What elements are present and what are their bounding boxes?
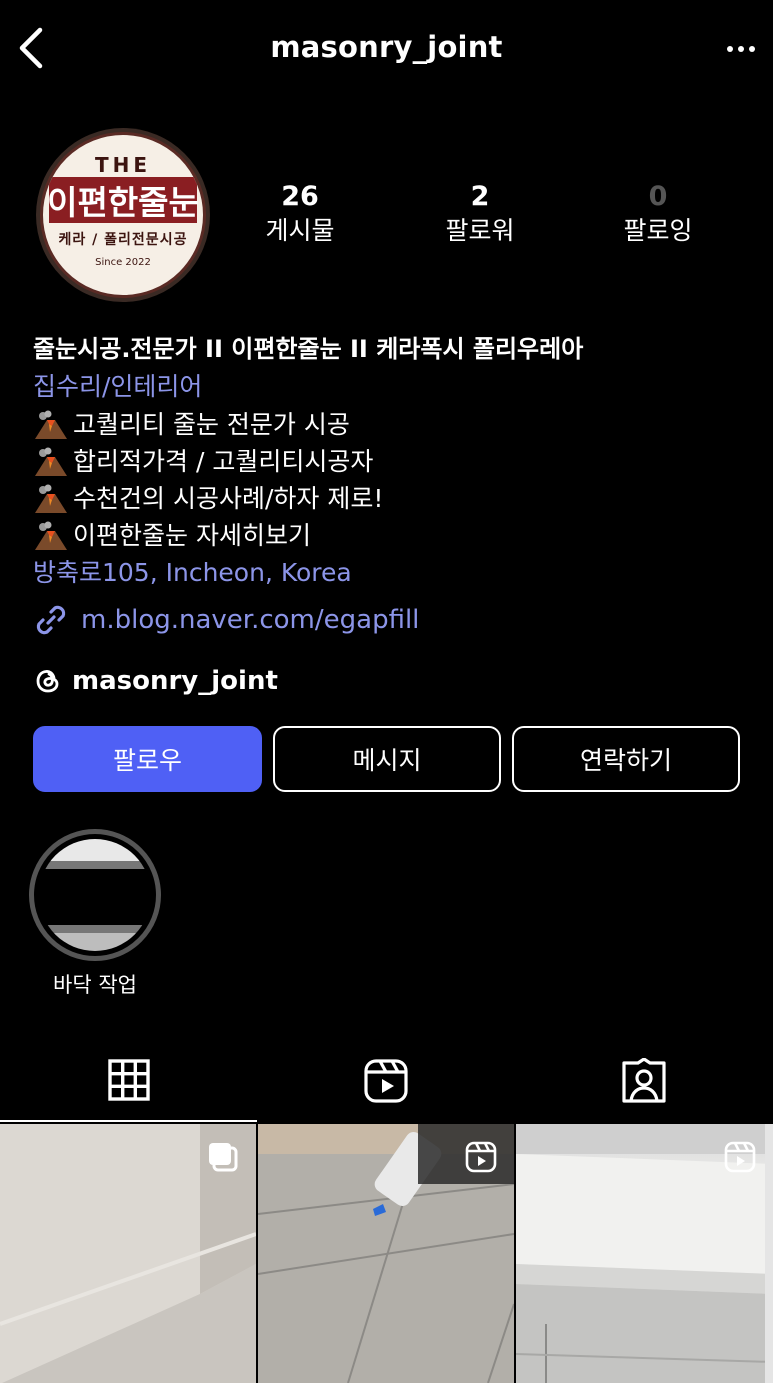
threads-username: masonry_joint [72,666,278,696]
following-label: 팔로잉 [623,216,693,245]
logo-band: 이편한줄눈 [47,177,199,223]
following-count: 0 [648,181,668,212]
volcano-emoji-icon [35,447,67,476]
bio-line-text: 고퀄리티 줄눈 전문가 시공 [73,410,350,439]
post-thumbnail[interactable] [516,1124,773,1383]
more-dot-icon [738,46,744,52]
profile-tabs [0,1040,773,1124]
more-dot-icon [749,46,755,52]
profile-avatar[interactable]: THE 이편한줄눈 케라 / 폴리전문시공 Since 2022 [36,128,210,302]
profile-location[interactable]: 방축로105, Incheon, Korea [33,554,753,592]
logo-main-text: 이편한줄눈 [47,183,199,222]
profile-bio: 줄눈시공.전문가 II 이편한줄눈 II 케라폭시 폴리우레아 집수리/인테리어… [33,330,753,592]
profile-link[interactable]: m.blog.naver.com/egapfill [33,602,419,638]
posts-grid [0,1124,773,1383]
tab-reels[interactable] [257,1040,514,1122]
top-bar: masonry_joint [0,0,773,96]
bio-line-text: 이편한줄눈 자세히보기 [73,521,311,550]
bio-line: 수천건의 시공사례/하자 제로! [33,480,753,517]
logo-sub-text: 케라 / 폴리전문시공 [58,232,188,248]
more-options-button[interactable] [723,34,759,64]
threads-icon [36,670,59,693]
logo-since-text: Since 2022 [95,257,151,268]
post-thumbnail[interactable] [258,1124,514,1383]
followers-label: 팔로워 [445,216,515,245]
volcano-emoji-icon [35,484,67,513]
profile-display-name: 줄눈시공.전문가 II 이편한줄눈 II 케라폭시 폴리우레아 [33,335,584,363]
brand-logo: THE 이편한줄눈 케라 / 폴리전문시공 Since 2022 [40,132,206,298]
carousel-icon [209,1143,238,1172]
bio-line: 이편한줄눈 자세히보기 [33,517,753,554]
profile-username-title: masonry_joint [270,30,503,64]
link-icon [36,605,66,635]
profile-link-text[interactable]: m.blog.naver.com/egapfill [81,605,419,635]
profile-category[interactable]: 집수리/인테리어 [33,368,753,406]
posts-label: 게시물 [265,216,335,245]
volcano-emoji-icon [35,521,67,550]
follow-button[interactable]: 팔로우 [33,726,262,792]
tab-posts-grid[interactable] [0,1040,257,1122]
tagged-icon [621,1058,666,1103]
threads-badge[interactable]: masonry_joint [33,666,278,696]
following-stat[interactable]: 0 팔로잉 [578,180,738,248]
volcano-emoji-icon [35,410,67,439]
post-thumbnail[interactable] [0,1124,256,1383]
contact-button[interactable]: 연락하기 [512,726,740,792]
more-dot-icon [727,46,733,52]
reel-icon [465,1141,497,1173]
reels-icon [363,1059,408,1103]
posts-count-stat[interactable]: 26 게시물 [220,180,380,248]
highlight-label: 바닥 작업 [53,973,137,997]
story-highlight[interactable]: 바닥 작업 [29,829,161,999]
bio-line-text: 수천건의 시공사례/하자 제로! [73,484,384,513]
tab-tagged[interactable] [515,1040,772,1122]
bio-line: 합리적가격 / 고퀄리티시공자 [33,443,753,480]
followers-stat[interactable]: 2 팔로워 [400,180,560,248]
message-button[interactable]: 메시지 [273,726,501,792]
bio-line: 고퀄리티 줄눈 전문가 시공 [33,406,753,443]
highlight-thumbnail [39,839,151,951]
reel-icon [724,1141,756,1173]
posts-count: 26 [281,181,319,212]
logo-top-text: THE [94,153,152,177]
followers-count: 2 [470,181,490,212]
highlight-ring [29,829,161,961]
grid-icon [107,1059,150,1101]
bio-line-text: 합리적가격 / 고퀄리티시공자 [73,447,374,476]
